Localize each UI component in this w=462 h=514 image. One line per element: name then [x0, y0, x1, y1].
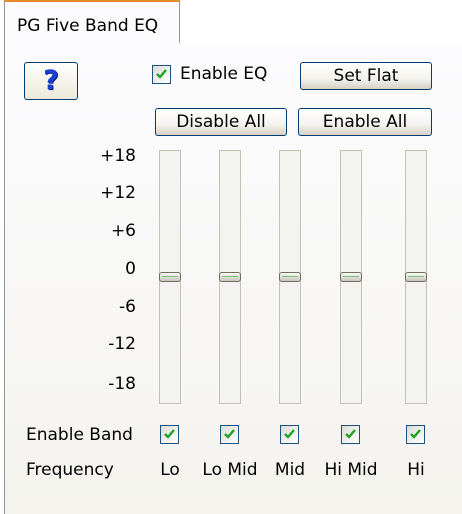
band-frequency-label: Lo Mid [202, 460, 258, 480]
check-icon [284, 429, 295, 439]
scale-tick-label: +18 [100, 146, 136, 166]
band-frequency-label: Mid [274, 460, 306, 480]
band-slider-thumb[interactable] [405, 272, 427, 282]
tab-label: PG Five Band EQ [17, 16, 159, 36]
disable-all-button[interactable]: Disable All [155, 108, 287, 136]
enable-band-checkbox[interactable] [341, 425, 360, 444]
enable-band-checkbox[interactable] [280, 425, 299, 444]
enable-all-button[interactable]: Enable All [298, 108, 432, 136]
enable-eq-checkbox[interactable] [152, 65, 171, 84]
enable-band-checkbox[interactable] [220, 425, 239, 444]
tab-pg-five-band-eq[interactable]: PG Five Band EQ [4, 0, 180, 44]
scale-tick-label: +12 [100, 183, 136, 203]
band-slider-thumb[interactable] [279, 272, 301, 282]
check-icon [156, 69, 167, 79]
band-slider-thumb[interactable] [219, 272, 241, 282]
scale-tick-label: 0 [125, 259, 136, 279]
set-flat-button[interactable]: Set Flat [300, 62, 432, 90]
band-slider-thumb[interactable] [159, 272, 181, 282]
check-icon [345, 429, 356, 439]
check-icon [410, 429, 421, 439]
frequency-label: Frequency [26, 460, 114, 480]
scale-tick-label: -18 [108, 374, 136, 394]
help-icon: ? [43, 65, 59, 96]
scale-tick-label: -12 [108, 334, 136, 354]
enable-band-checkbox[interactable] [160, 425, 179, 444]
scale-tick-label: +6 [110, 221, 136, 241]
help-button[interactable]: ? [24, 62, 78, 100]
enable-eq-label: Enable EQ [180, 64, 268, 84]
check-icon [164, 429, 175, 439]
enable-band-label: Enable Band [26, 425, 133, 445]
enable-band-checkbox[interactable] [406, 425, 425, 444]
band-frequency-label: Hi [407, 460, 425, 480]
band-frequency-label: Hi Mid [324, 460, 378, 480]
band-frequency-label: Lo [160, 460, 180, 480]
check-icon [224, 429, 235, 439]
band-slider-thumb[interactable] [340, 272, 362, 282]
scale-tick-label: -6 [119, 297, 136, 317]
